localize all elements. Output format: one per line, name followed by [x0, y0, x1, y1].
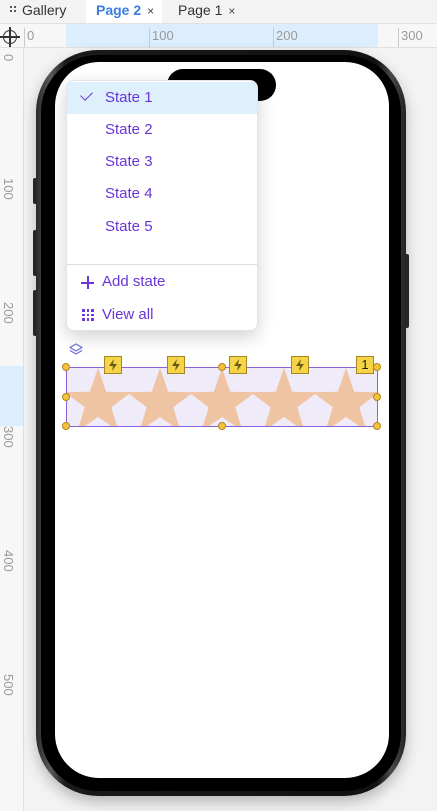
grid-icon	[82, 309, 94, 321]
crosshair-icon[interactable]	[0, 27, 20, 47]
state-dropdown-menu: State 1 State 2 State 3 State 4 State 5 …	[66, 80, 258, 331]
view-all-button[interactable]: View all	[67, 300, 257, 330]
layers-icon[interactable]	[68, 342, 84, 358]
ruler-tick	[149, 28, 150, 47]
ruler-label: 500	[1, 674, 16, 696]
ruler-label: 200	[1, 302, 16, 324]
resize-handle[interactable]	[218, 363, 226, 371]
plus-icon	[81, 276, 94, 289]
close-icon[interactable]: ×	[147, 4, 154, 18]
star-icon	[126, 368, 194, 432]
ruler-selection-highlight	[66, 24, 378, 47]
tab-bar: Gallery Page 2 × Page 1 ×	[0, 0, 437, 24]
stars-group	[64, 368, 380, 432]
state-option-label: State 2	[105, 121, 153, 138]
grip-icon	[10, 6, 18, 14]
state-option-label: State 1	[105, 89, 153, 106]
ruler-tick	[398, 28, 399, 47]
resize-handle[interactable]	[373, 422, 381, 430]
interaction-bolt-icon[interactable]	[104, 356, 122, 374]
star-icon	[188, 368, 256, 432]
ruler-label: 100	[152, 28, 174, 43]
state-option-5[interactable]: State 5	[67, 211, 257, 243]
checkmark-icon	[80, 88, 93, 101]
ruler-label: 0	[1, 54, 16, 62]
close-icon[interactable]: ×	[228, 4, 235, 18]
add-state-label: Add state	[102, 273, 166, 290]
state-option-label: State 3	[105, 153, 153, 170]
state-option-3[interactable]: State 3	[67, 146, 257, 178]
ruler-tick	[24, 28, 25, 47]
interaction-bolt-icon[interactable]	[167, 356, 185, 374]
star-icon	[250, 368, 318, 432]
state-option-4[interactable]: State 4	[67, 178, 257, 210]
ruler-label: 400	[1, 550, 16, 572]
editor-canvas: Gallery Page 2 × Page 1 × 0 100 200 300 0 …	[0, 0, 437, 811]
ruler-label: 300	[1, 426, 16, 448]
add-state-button[interactable]: Add state	[67, 267, 257, 297]
ruler-label: 200	[276, 28, 298, 43]
state-option-label: State 4	[105, 185, 153, 202]
menu-divider	[67, 264, 257, 265]
interaction-count-badge[interactable]: 1	[356, 356, 374, 374]
interaction-bolt-icon[interactable]	[229, 356, 247, 374]
state-option-label: State 5	[105, 218, 153, 235]
star-icon	[64, 368, 132, 432]
ruler-label: 100	[1, 178, 16, 200]
resize-handle[interactable]	[62, 393, 70, 401]
vertical-ruler: 0 100 200 300 400 500	[0, 48, 24, 811]
ruler-selection-highlight	[0, 366, 23, 426]
interaction-bolt-icon[interactable]	[291, 356, 309, 374]
resize-handle[interactable]	[62, 363, 70, 371]
ruler-tick	[273, 28, 274, 47]
tab-page-1-label: Page 1	[178, 2, 223, 18]
view-all-label: View all	[102, 306, 154, 323]
tab-gallery[interactable]: Gallery	[10, 0, 66, 23]
resize-handle[interactable]	[373, 393, 381, 401]
star-rating-component[interactable]	[64, 367, 380, 432]
resize-handle[interactable]	[373, 363, 381, 371]
ruler-label: 0	[27, 28, 35, 43]
horizontal-ruler: 0 100 200 300	[0, 24, 437, 48]
tab-page-2[interactable]: Page 2 ×	[86, 0, 162, 23]
tab-page-1[interactable]: Page 1 ×	[178, 0, 235, 23]
tab-page-2-label: Page 2	[96, 2, 142, 18]
star-icon	[312, 368, 380, 432]
state-option-1[interactable]: State 1	[67, 82, 257, 114]
resize-handle[interactable]	[218, 422, 226, 430]
state-option-2[interactable]: State 2	[67, 114, 257, 146]
resize-handle[interactable]	[62, 422, 70, 430]
tab-gallery-label: Gallery	[22, 2, 67, 18]
ruler-label: 300	[401, 28, 423, 43]
